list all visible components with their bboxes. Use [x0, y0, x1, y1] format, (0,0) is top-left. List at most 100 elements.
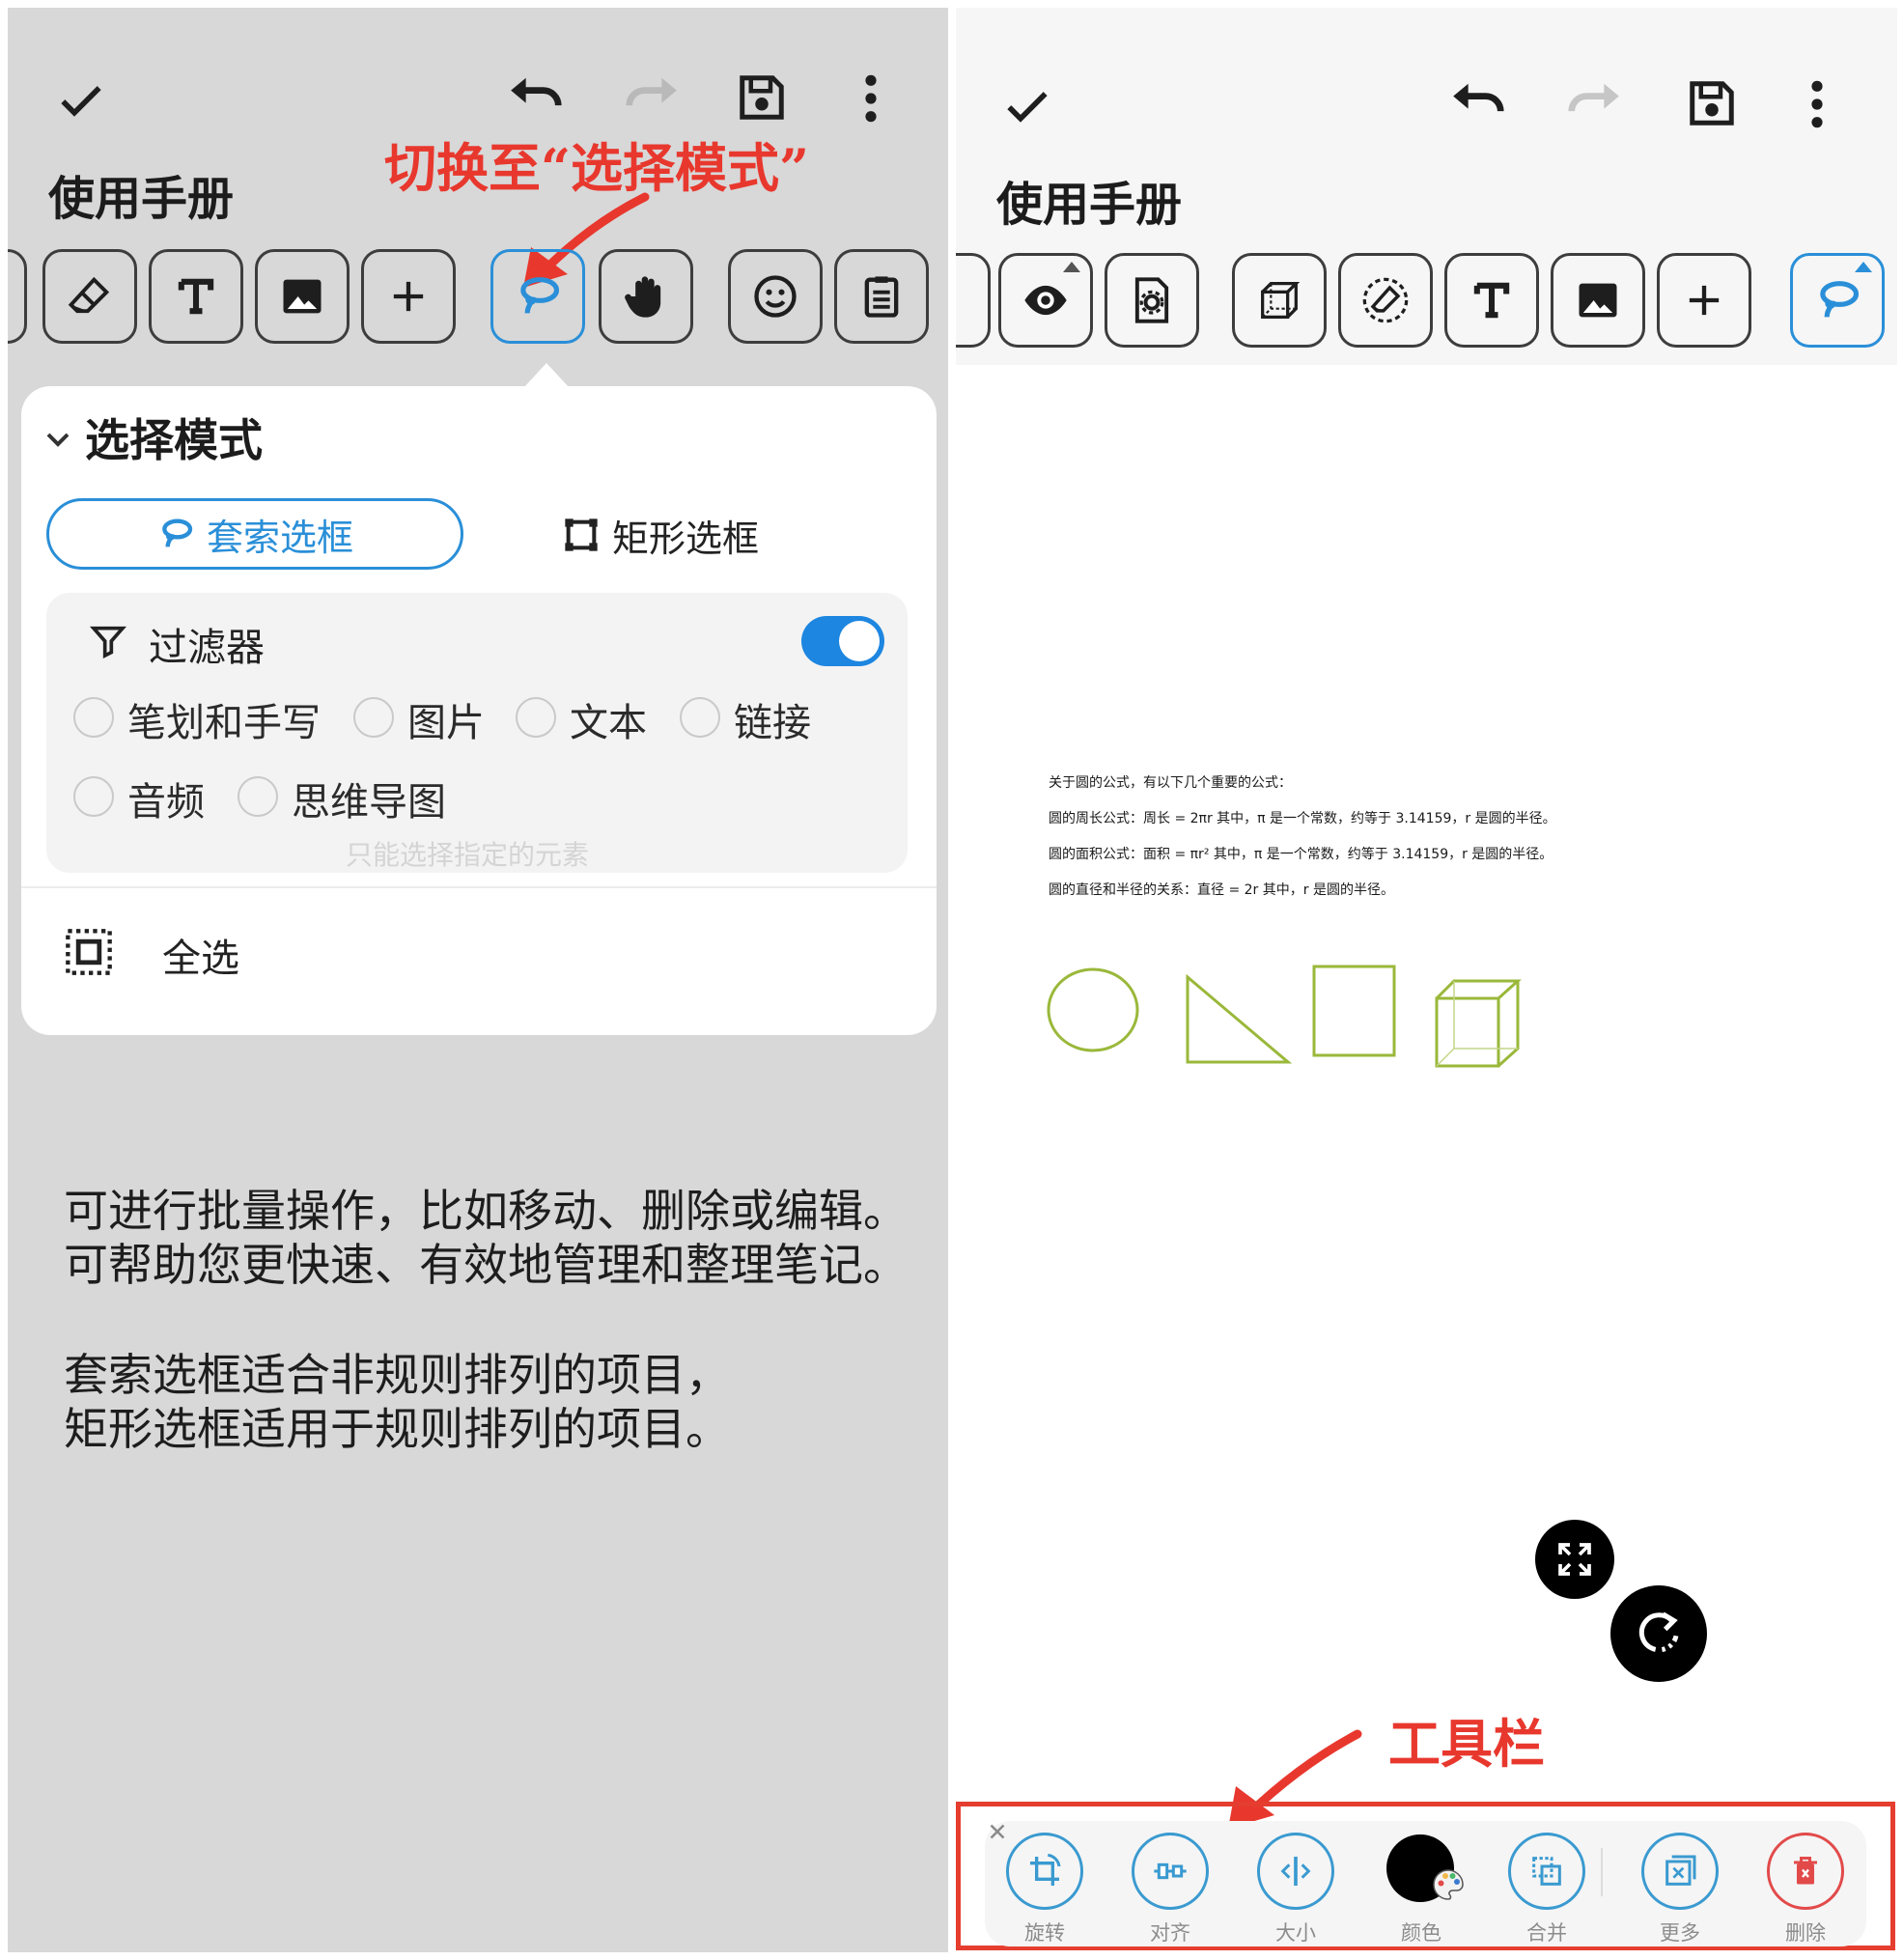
rotate-icon: [1638, 1611, 1679, 1653]
option-radio-link[interactable]: [680, 697, 720, 738]
image-icon: [283, 279, 322, 314]
left-screenshot: 使用手册 切换至“选择模式” 选择模式 套索选框 矩形选框 过滤器 笔划和手写 …: [8, 8, 948, 1952]
fullscreen-button[interactable]: [1535, 1520, 1614, 1599]
select-all-icon: [66, 929, 112, 975]
dropdown-indicator: [1063, 262, 1080, 272]
filter-hint: 只能选择指定的元素: [346, 839, 590, 871]
popup-divider: [21, 886, 937, 888]
chevron-down-icon[interactable]: [44, 431, 71, 450]
lasso-icon: [520, 277, 560, 314]
size-tool-button[interactable]: [1257, 1833, 1334, 1910]
option-radio-text[interactable]: [516, 697, 556, 738]
description-line-4: 矩形选框适用于规则排列的项目。: [64, 1403, 730, 1455]
lasso-icon: [162, 518, 193, 547]
color-label: 颜色: [1401, 1921, 1441, 1945]
more-vertical-icon[interactable]: [1805, 77, 1829, 135]
delete-tool-button[interactable]: [1767, 1833, 1844, 1910]
shape-cube[interactable]: [1433, 977, 1522, 1070]
checkmark-icon[interactable]: [54, 73, 108, 131]
checkmark-icon[interactable]: [1000, 79, 1054, 137]
dropdown-indicator: [1855, 262, 1872, 272]
align-tool-button[interactable]: [1132, 1833, 1209, 1910]
rotate-button[interactable]: [1610, 1585, 1707, 1682]
undo-icon[interactable]: [1448, 81, 1508, 135]
align-icon: [1154, 1862, 1187, 1880]
tool-eraser[interactable]: [1338, 253, 1433, 348]
more-tool-button[interactable]: [1641, 1833, 1719, 1910]
tool-3d[interactable]: [1232, 253, 1327, 348]
doc-line-2: 圆的周长公式：周长 = 2πr 其中，π 是一个常数，约等于 3.14159，r…: [1049, 811, 1556, 826]
option-radio-mindmap[interactable]: [238, 776, 278, 817]
filter-card: 过滤器 笔划和手写 图片 文本 链接 音频 思维导图 只能选择指定的元素: [46, 593, 908, 873]
option-label-text: 文本: [570, 701, 647, 745]
tool-image[interactable]: [1551, 253, 1645, 348]
size-label: 大小: [1275, 1921, 1316, 1945]
filter-toggle[interactable]: [801, 616, 884, 666]
plus-icon: [1689, 285, 1720, 316]
plus-icon: [393, 281, 424, 312]
select-all-label[interactable]: 全选: [162, 927, 239, 983]
tool-hand[interactable]: [599, 249, 693, 344]
tool-text[interactable]: [149, 249, 243, 344]
section-title: 选择模式: [85, 414, 263, 466]
option-label-audio: 音频: [127, 780, 205, 825]
tool-clipboard[interactable]: [834, 249, 929, 344]
text-icon: [178, 278, 214, 315]
smiley-icon: [754, 275, 797, 318]
save-icon[interactable]: [1686, 77, 1738, 133]
doc-line-4: 圆的直径和半径的关系：直径 = 2r 其中，r 是圆的半径。: [1049, 882, 1394, 898]
rotate-label: 旋转: [1024, 1921, 1065, 1945]
filter-icon: [89, 626, 127, 658]
tool-lasso[interactable]: [490, 249, 585, 344]
rect-select-button[interactable]: 矩形选框: [562, 506, 759, 564]
merge-icon: [1532, 1857, 1561, 1886]
option-label-strokes: 笔划和手写: [127, 701, 321, 745]
shape-square[interactable]: [1311, 964, 1398, 1060]
option-label-image: 图片: [407, 701, 485, 745]
option-radio-audio[interactable]: [73, 776, 114, 817]
eye-icon: [1024, 285, 1067, 316]
close-icon[interactable]: [985, 1819, 1010, 1844]
undo-icon[interactable]: [506, 75, 566, 129]
lasso-icon: [1820, 281, 1860, 318]
shape-circle[interactable]: [1045, 964, 1141, 1056]
rotate-tool-button[interactable]: [1006, 1833, 1083, 1910]
image-icon: [1579, 283, 1617, 318]
tool-partial[interactable]: [8, 249, 27, 344]
option-label-link: 链接: [734, 701, 811, 745]
rect-select-icon: [565, 518, 598, 551]
tool-emoji[interactable]: [728, 249, 823, 344]
tool-view[interactable]: [998, 253, 1093, 348]
more-actions-icon: [1665, 1855, 1696, 1886]
rect-select-label: 矩形选框: [612, 517, 760, 560]
tool-partial[interactable]: [956, 253, 991, 348]
resize-icon: [1280, 1857, 1311, 1886]
shape-triangle[interactable]: [1184, 973, 1292, 1066]
popup-caret: [523, 363, 570, 388]
more-label: 更多: [1660, 1921, 1700, 1945]
option-radio-image[interactable]: [353, 697, 394, 738]
redo-icon: [1564, 81, 1624, 135]
text-icon: [1473, 282, 1510, 319]
palette-icon: [1433, 1869, 1464, 1900]
tool-image[interactable]: [255, 249, 350, 344]
tool-add[interactable]: [361, 249, 456, 344]
more-vertical-icon[interactable]: [859, 71, 882, 129]
crop-rotate-icon: [1030, 1853, 1061, 1886]
tool-text[interactable]: [1444, 253, 1539, 348]
eraser-icon: [1362, 277, 1409, 323]
page-title: 使用手册: [48, 172, 235, 226]
tool-add[interactable]: [1657, 253, 1751, 348]
tool-settings-doc[interactable]: [1105, 253, 1199, 348]
trash-icon: [1794, 1857, 1817, 1885]
redo-icon: [622, 75, 682, 129]
merge-tool-button[interactable]: [1508, 1833, 1585, 1910]
option-radio-strokes[interactable]: [73, 697, 114, 738]
doc-settings-icon: [1134, 277, 1169, 323]
page-title: 使用手册: [996, 178, 1183, 232]
tool-lasso[interactable]: [1790, 253, 1885, 348]
tool-eraser[interactable]: [42, 249, 137, 344]
save-icon[interactable]: [736, 71, 788, 127]
lasso-select-button[interactable]: 套索选框: [46, 498, 463, 570]
option-label-mindmap: 思维导图: [292, 780, 446, 825]
